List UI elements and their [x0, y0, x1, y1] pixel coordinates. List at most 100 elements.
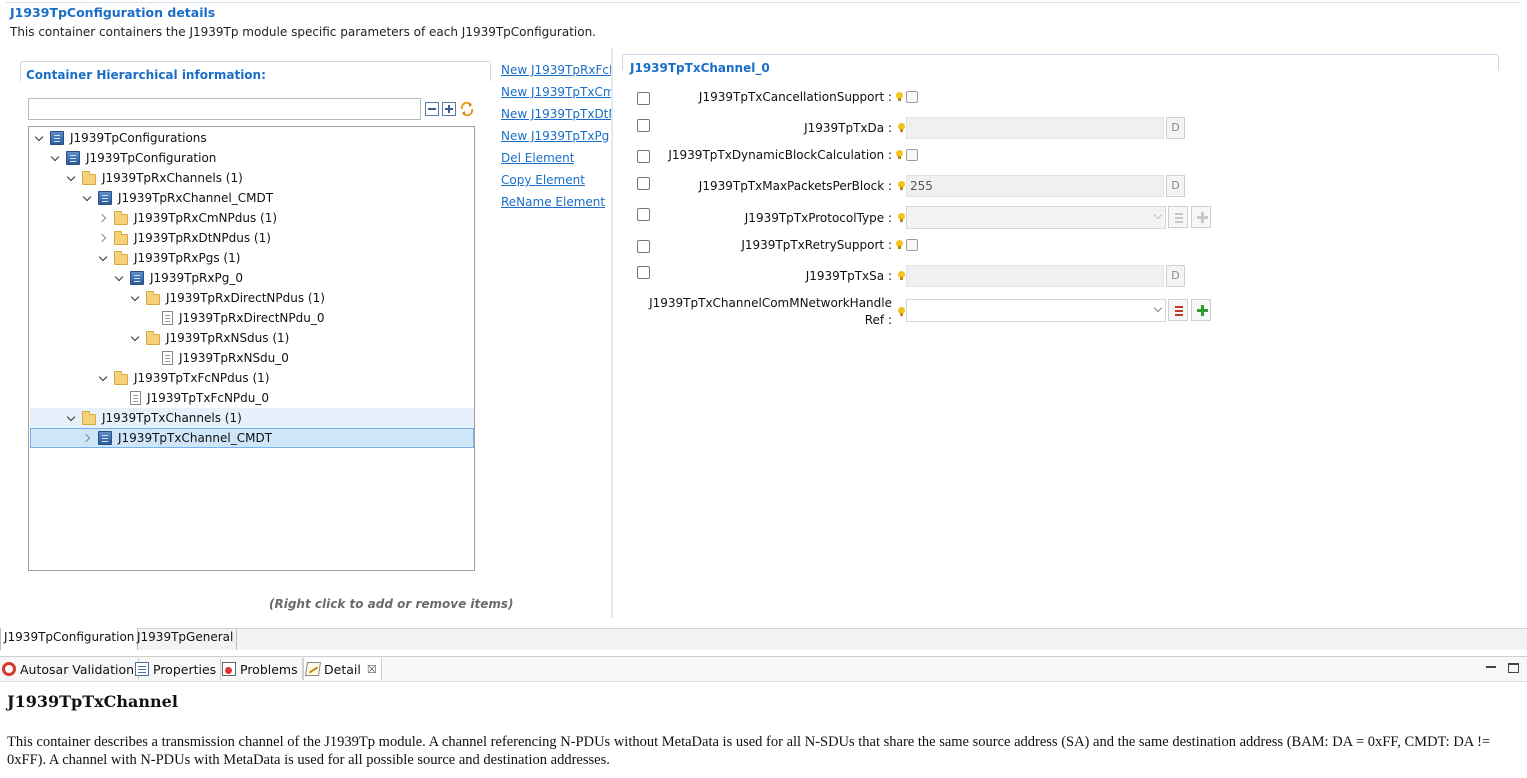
retry-support-checkbox[interactable] — [906, 239, 918, 251]
param-label-line: Ref : — [864, 313, 892, 327]
param-label-line: J1939TpTxChannelComMNetworkHandle — [649, 296, 892, 310]
row-select-checkbox[interactable] — [637, 240, 650, 253]
tx-da-field[interactable] — [906, 117, 1164, 139]
chevron-down-icon[interactable] — [82, 192, 94, 204]
tree-item[interactable]: J1939TpTxFcNPdus (1) — [30, 368, 474, 388]
tree-item[interactable]: J1939TpRxChannel_CMDT — [30, 188, 474, 208]
tree-item-label: J1939TpTxFcNPdu_0 — [147, 391, 270, 405]
add-icon[interactable] — [1191, 206, 1211, 228]
tree-item[interactable]: J1939TpRxPgs (1) — [30, 248, 474, 268]
chevron-down-icon[interactable] — [130, 332, 142, 344]
view-tab-detail[interactable]: Detail ☒ — [303, 658, 382, 680]
tree-item-label: J1939TpTxFcNPdus (1) — [134, 371, 270, 385]
protocol-type-select[interactable] — [906, 206, 1166, 229]
expand-all-button[interactable] — [442, 102, 456, 116]
hierarchy-title: Container Hierarchical information: — [26, 68, 266, 82]
container-icon — [50, 131, 64, 145]
container-icon — [98, 431, 112, 445]
tree-item[interactable]: J1939TpRxNSdus (1) — [30, 328, 474, 348]
lightbulb-icon — [898, 271, 905, 280]
tree-item-label: J1939TpRxDtNPdus (1) — [134, 231, 271, 245]
tree-item[interactable]: J1939TpRxChannels (1) — [30, 168, 474, 188]
chevron-down-icon[interactable] — [114, 272, 126, 284]
container-icon — [98, 191, 112, 205]
document-icon — [162, 311, 173, 325]
tree-item[interactable]: J1939TpRxDirectNPdus (1) — [30, 288, 474, 308]
comm-network-handle-ref-select[interactable] — [906, 299, 1166, 322]
new-tx-pg-link[interactable]: New J1939TpTxPg — [501, 129, 611, 143]
chevron-down-icon[interactable] — [98, 372, 110, 384]
delete-element-link[interactable]: Del Element — [501, 151, 574, 165]
lightbulb-icon — [896, 240, 903, 249]
view-tab-problems[interactable]: Problems — [220, 658, 303, 680]
list-icon[interactable] — [1168, 299, 1188, 321]
tree-item-label: J1939TpRxDirectNPdus (1) — [166, 291, 325, 305]
tree-item[interactable]: J1939TpRxDtNPdus (1) — [30, 228, 474, 248]
tree-item[interactable]: J1939TpRxCmNPdus (1) — [30, 208, 474, 228]
add-icon[interactable] — [1191, 299, 1211, 321]
chevron-right-icon[interactable] — [98, 232, 110, 244]
tree-item[interactable]: J1939TpRxNSdu_0 — [30, 348, 474, 368]
new-rx-fc-npdu-link[interactable]: New J1939TpRxFcN — [501, 63, 611, 77]
tree-item-label: J1939TpRxDirectNPdu_0 — [179, 311, 325, 325]
tree-item-label: J1939TpRxNSdus (1) — [166, 331, 290, 345]
tab-j1939tp-configuration[interactable]: J1939TpConfiguration — [0, 628, 139, 650]
chevron-down-icon[interactable] — [98, 252, 110, 264]
tree-item-label: J1939TpConfiguration — [86, 151, 217, 165]
tree-item[interactable]: J1939TpRxDirectNPdu_0 — [30, 308, 474, 328]
row-select-checkbox[interactable] — [637, 92, 650, 105]
sync-icon[interactable] — [459, 101, 475, 117]
copy-element-link[interactable]: Copy Element — [501, 173, 585, 187]
rename-element-link[interactable]: ReName Element — [501, 195, 605, 209]
tree-item-label: J1939TpRxChannels (1) — [102, 171, 243, 185]
default-button[interactable]: D — [1166, 175, 1185, 197]
header-divider — [6, 2, 1520, 3]
default-button[interactable]: D — [1166, 117, 1185, 139]
tree-item-label: J1939TpConfigurations — [70, 131, 207, 145]
row-select-checkbox[interactable] — [637, 266, 650, 279]
row-select-checkbox[interactable] — [637, 208, 650, 221]
tree-item[interactable]: J1939TpConfigurations — [30, 128, 474, 148]
chevron-right-icon[interactable] — [82, 432, 94, 444]
chevron-down-icon[interactable] — [66, 172, 78, 184]
lightbulb-icon — [898, 181, 905, 190]
tree-item[interactable]: J1939TpConfiguration — [30, 148, 474, 168]
default-button[interactable]: D — [1166, 265, 1185, 287]
tree-filter-input[interactable] — [28, 98, 421, 120]
tab-j1939tp-general[interactable]: J1939TpGeneral — [134, 628, 238, 650]
new-tx-dt-npdu-link[interactable]: New J1939TpTxDtN — [501, 107, 611, 121]
lightbulb-icon — [898, 123, 905, 132]
collapse-all-button[interactable] — [425, 102, 439, 116]
panel-splitter[interactable] — [611, 48, 613, 618]
maximize-icon[interactable] — [1508, 663, 1519, 673]
row-select-checkbox[interactable] — [637, 177, 650, 190]
dynamic-block-calculation-checkbox[interactable] — [906, 149, 918, 161]
validation-icon — [2, 662, 16, 676]
detail-title: J1939TpTxChannel — [7, 692, 178, 711]
max-packets-per-block-field[interactable]: 255 — [906, 175, 1164, 197]
chevron-down-icon[interactable] — [66, 412, 78, 424]
tree-item-label: J1939TpRxNSdu_0 — [179, 351, 289, 365]
row-select-checkbox[interactable] — [637, 150, 650, 163]
view-tab-autosar-validation[interactable]: Autosar Validation — [0, 658, 140, 680]
list-icon[interactable] — [1168, 206, 1188, 228]
chevron-down-icon[interactable] — [34, 132, 46, 144]
chevron-down-icon[interactable] — [50, 152, 62, 164]
tree-item-label: J1939TpRxChannel_CMDT — [118, 191, 274, 205]
folder-icon — [114, 210, 128, 225]
chevron-right-icon[interactable] — [98, 212, 110, 224]
tree-item[interactable]: J1939TpTxFcNPdu_0 — [30, 388, 474, 408]
minimize-icon[interactable] — [1485, 663, 1497, 673]
view-tab-properties[interactable]: Properties — [133, 658, 222, 680]
document-icon — [130, 391, 141, 405]
tree-item[interactable]: J1939TpRxPg_0 — [30, 268, 474, 288]
chevron-down-icon[interactable] — [130, 292, 142, 304]
close-icon[interactable]: ☒ — [367, 663, 377, 676]
cancellation-support-checkbox[interactable] — [906, 91, 918, 103]
tree-hint-text: (Right click to add or remove items) — [269, 597, 514, 611]
new-tx-cm-link[interactable]: New J1939TpTxCm — [501, 85, 611, 99]
tree-item[interactable]: J1939TpTxChannels (1) — [30, 408, 474, 428]
row-select-checkbox[interactable] — [637, 119, 650, 132]
tree-item-selected[interactable]: J1939TpTxChannel_CMDT — [30, 428, 474, 448]
tx-sa-field[interactable] — [906, 265, 1164, 287]
